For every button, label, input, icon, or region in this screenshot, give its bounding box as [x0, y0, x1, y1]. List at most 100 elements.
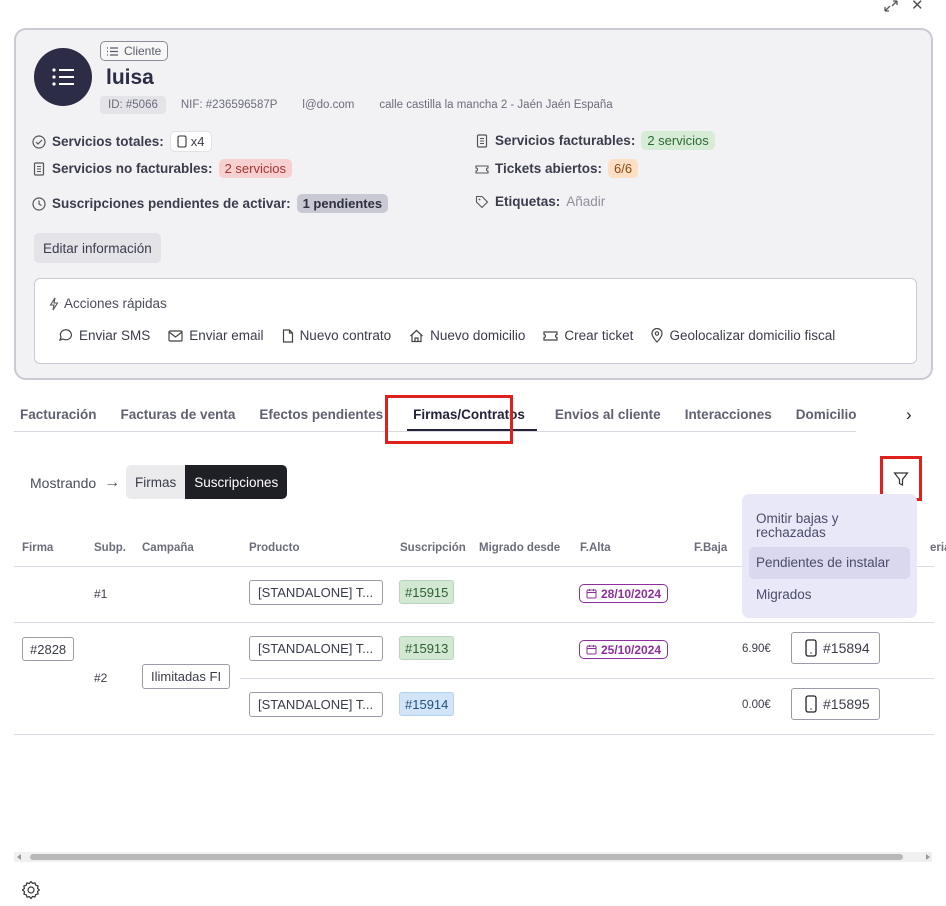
stat-servicios-facturables: Servicios facturables: 2 servicios	[475, 131, 715, 150]
device-cell[interactable]: #15894	[791, 632, 880, 664]
stat-label: Servicios no facturables:	[52, 161, 213, 176]
divider	[14, 734, 934, 735]
location-pin-icon	[651, 328, 664, 343]
check-circle-icon	[32, 134, 46, 149]
receipt-icon	[476, 133, 488, 148]
stat-label: Tickets abiertos:	[495, 161, 603, 176]
price-cell: 0.00€	[742, 699, 771, 711]
stat-label: Servicios facturables:	[495, 133, 636, 148]
tab-envios-cliente[interactable]: Envios al cliente	[549, 400, 673, 431]
stat-value: 2 servicios	[641, 131, 715, 150]
send-sms-button[interactable]: Enviar SMS	[58, 328, 150, 343]
quick-actions-title: Acciones rápidas	[49, 296, 167, 311]
new-address-button[interactable]: Nuevo domicilio	[409, 328, 525, 343]
calendar-icon	[586, 589, 597, 599]
geolocate-address-button[interactable]: Geolocalizar domicilio fiscal	[651, 328, 835, 343]
new-contract-button[interactable]: Nuevo contrato	[282, 328, 391, 343]
filter-dropdown: Omitir bajas y rechazadas Pendientes de …	[742, 494, 917, 618]
tag-icon	[475, 195, 489, 208]
scroll-left-icon[interactable]	[16, 854, 22, 860]
ticket-icon	[543, 330, 559, 341]
filter-option-migrated[interactable]: Migrados	[749, 588, 910, 602]
gear-icon[interactable]	[21, 880, 41, 900]
filter-option-omit-cancelled[interactable]: Omitir bajas y rechazadas	[749, 512, 910, 540]
device-cell[interactable]: #15895	[791, 688, 880, 720]
stat-value: 1 pendientes	[296, 194, 389, 213]
col-header-suscripcion: Suscripción	[400, 542, 466, 554]
start-date-badge: 25/10/2024	[579, 640, 669, 659]
tab-facturacion[interactable]: Facturación	[14, 400, 109, 431]
stat-servicios-no-facturables: Servicios no facturables: 2 servicios	[32, 159, 292, 178]
quick-actions-panel: Acciones rápidas Enviar SMS Enviar email…	[34, 278, 917, 364]
list-icon	[52, 68, 74, 86]
stat-suscripciones-pendientes: Suscripciones pendientes de activar: 1 p…	[32, 194, 389, 213]
tab-interacciones[interactable]: Interacciones	[679, 400, 784, 431]
ticket-icon	[475, 164, 489, 174]
quick-actions-list: Enviar SMS Enviar email Nuevo contrato N…	[58, 328, 835, 343]
clock-icon	[32, 196, 46, 211]
product-cell[interactable]: [STANDALONE] T...	[249, 636, 383, 661]
scroll-right-icon[interactable]	[925, 854, 931, 860]
divider	[14, 622, 934, 623]
client-nif: NIF: #236596587P	[180, 99, 278, 111]
stat-value: 2 servicios	[218, 159, 292, 178]
col-header-producto: Producto	[249, 542, 300, 554]
client-name: luisa	[106, 66, 154, 89]
product-cell[interactable]: [STANDALONE] T...	[249, 692, 383, 717]
toggle-firmas[interactable]: Firmas	[126, 465, 186, 499]
col-header-clipped: eria	[930, 542, 946, 554]
col-header-campana: Campaña	[142, 542, 194, 554]
product-cell[interactable]: [STANDALONE] T...	[249, 580, 383, 605]
client-meta: ID: #5066 NIF: #236596587P l@do.com call…	[100, 96, 638, 114]
stat-value: 6/6	[608, 159, 639, 178]
subscription-badge[interactable]: #15915	[399, 580, 455, 604]
stat-label: Etiquetas:	[495, 194, 561, 209]
client-email[interactable]: l@do.com	[302, 99, 354, 111]
edit-info-button[interactable]: Editar información	[34, 233, 161, 263]
stat-label: Servicios totales:	[52, 134, 164, 149]
col-header-falta: F.Alta	[580, 542, 611, 554]
stat-tickets-abiertos: Tickets abiertos: 6/6	[475, 159, 639, 178]
stat-label: Suscripciones pendientes de activar:	[52, 196, 291, 211]
arrow-right-icon: →	[104, 474, 121, 491]
view-toggle: Firmas Suscripciones	[126, 465, 288, 499]
col-header-migrado: Migrado desde	[479, 542, 561, 554]
expand-icon[interactable]	[884, 0, 898, 12]
subp-cell: #2	[94, 671, 108, 685]
calendar-icon	[586, 645, 597, 655]
client-card: Cliente luisa ID: #5066 NIF: #236596587P…	[14, 28, 933, 380]
close-icon[interactable]: ✕	[911, 0, 924, 14]
tab-domicilios[interactable]: Domicilios	[790, 400, 856, 431]
chat-icon	[59, 328, 72, 341]
col-header-firma: Firma	[22, 542, 54, 554]
toggle-suscripciones[interactable]: Suscripciones	[185, 465, 288, 499]
home-icon	[410, 329, 424, 342]
campaign-cell[interactable]: Ilimitadas FI	[142, 664, 231, 689]
tab-efectos-pendientes[interactable]: Efectos pendientes	[253, 400, 395, 431]
phone-icon	[805, 639, 817, 657]
highlight-active-tab	[385, 395, 513, 444]
col-header-subp: Subp.	[94, 542, 126, 554]
phone-icon	[805, 695, 817, 713]
divider	[240, 678, 934, 679]
tab-scroll-right-icon[interactable]: ›	[906, 405, 912, 425]
subscription-badge[interactable]: #15913	[399, 636, 455, 660]
col-header-fbaja: F.Baja	[694, 542, 728, 554]
create-ticket-button[interactable]: Crear ticket	[543, 328, 633, 343]
send-email-button[interactable]: Enviar email	[168, 328, 264, 343]
add-tag-link[interactable]: Añadir	[566, 194, 605, 209]
showing-label: Mostrando →	[30, 474, 121, 491]
tab-facturas-venta[interactable]: Facturas de venta	[115, 400, 248, 431]
subscription-badge[interactable]: #15914	[399, 692, 455, 716]
client-address: calle castilla la mancha 2 - Jaén Jaén E…	[379, 99, 613, 111]
phone-icon	[177, 135, 187, 148]
stat-etiquetas: Etiquetas: Añadir	[475, 194, 605, 209]
filter-option-pending-install[interactable]: Pendientes de instalar	[749, 547, 910, 579]
client-type-label: Cliente	[124, 44, 162, 58]
stat-servicios-totales: Servicios totales: x4	[32, 131, 212, 152]
subp-cell: #1	[94, 587, 108, 601]
firma-cell[interactable]: #2828	[22, 637, 75, 661]
price-cell: 6.90€	[742, 643, 771, 655]
scrollbar-thumb[interactable]	[30, 854, 903, 860]
client-type-badge: Cliente	[100, 41, 169, 61]
